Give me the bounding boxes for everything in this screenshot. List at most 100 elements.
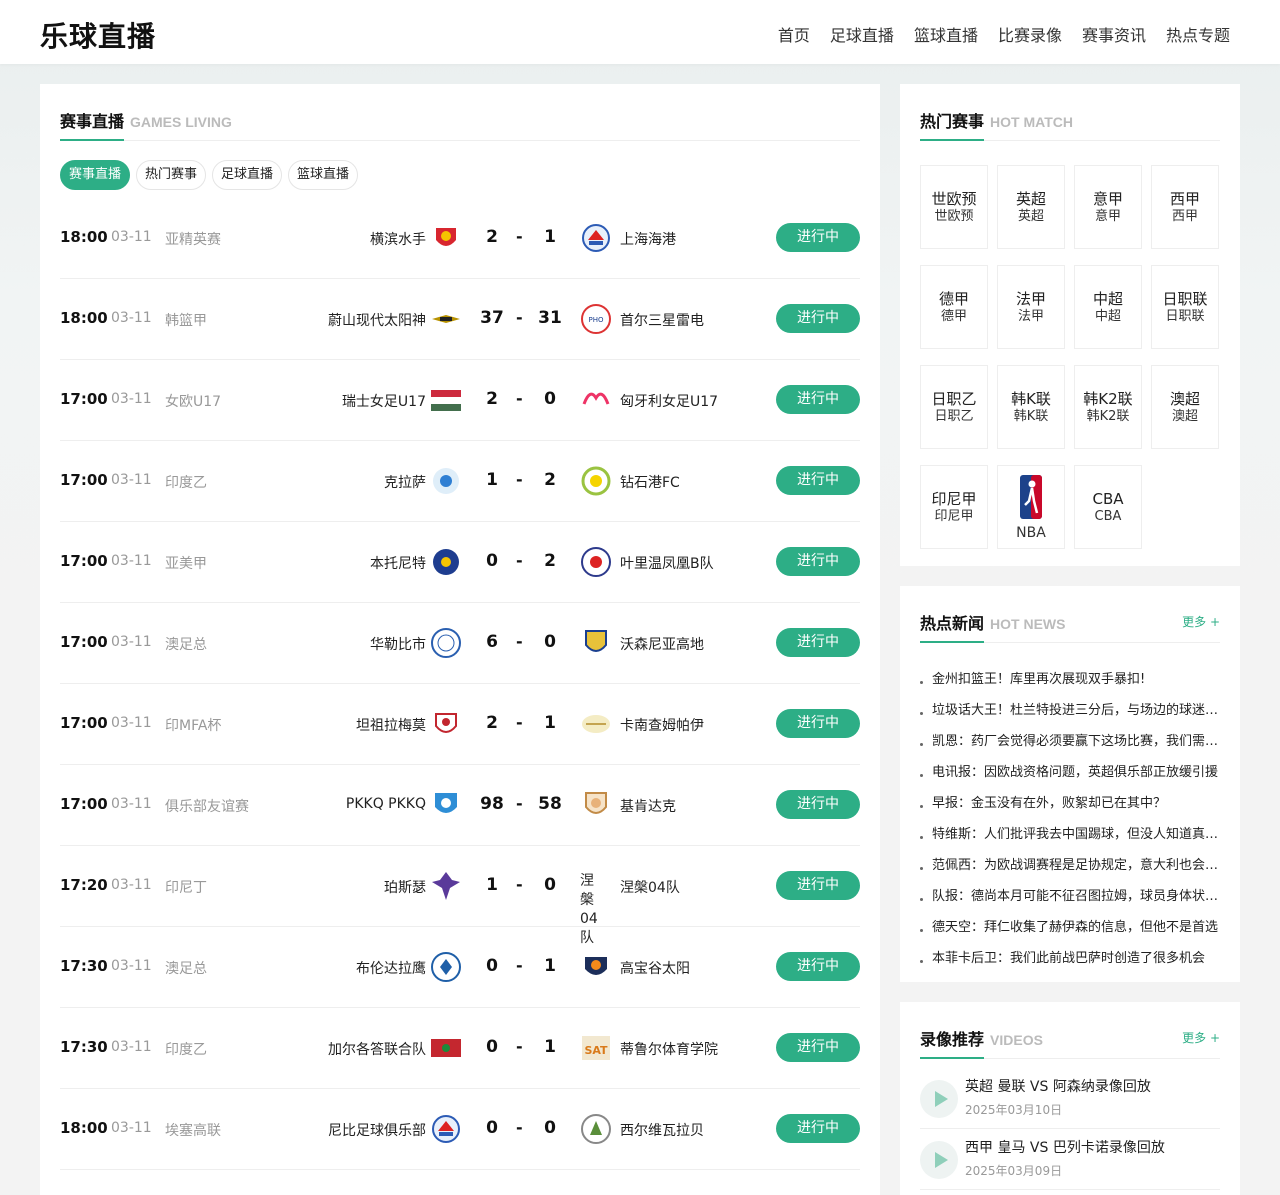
hot-news-more-link[interactable]: 更多 + (1182, 613, 1220, 630)
nav-home[interactable]: 首页 (778, 22, 810, 46)
home-team-name[interactable]: 华勒比市 (60, 634, 426, 654)
tab-football[interactable]: 足球直播 (212, 160, 283, 190)
match-row[interactable]: 17:00 03-11 亚美甲 本托尼特 0-2 叶里温凤凰B队 进行中 (60, 522, 860, 603)
news-item[interactable]: 凯恩：药厂会觉得必须要赢下这场比赛，我们需要保持专注 (920, 726, 1220, 757)
hot-match-name: 中超 (1092, 290, 1123, 308)
live-status-button[interactable]: 进行中 (776, 709, 860, 738)
home-team-name[interactable]: 横滨水手 (60, 229, 426, 249)
live-status-button[interactable]: 进行中 (776, 1033, 860, 1062)
match-row[interactable]: 17:30 03-11 印度乙 加尔各答联合队 0-1 SAT 蒂鲁尔体育学院 进行中 (60, 1008, 860, 1089)
hot-match-name: 韩K2联 (1083, 390, 1133, 408)
news-item[interactable]: 本菲卡后卫：我们此前战巴萨时创造了很多机会 (920, 943, 1220, 974)
hot-match-item[interactable]: 德甲 德甲 (920, 265, 988, 349)
live-title-en: GAMES LIVING (130, 114, 232, 130)
hot-match-item[interactable]: 韩K2联 韩K2联 (1074, 365, 1142, 449)
news-item[interactable]: 队报：德尚本月可能不征召图拉姆，球员身体状况不佳 (920, 881, 1220, 912)
match-row[interactable]: 18:00 03-11 埃塞高联 尼比足球俱乐部 0-0 西尔维瓦拉贝 进行中 (60, 1089, 860, 1170)
hot-match-item[interactable]: 日职乙 日职乙 (920, 365, 988, 449)
title-accent (60, 139, 124, 141)
live-status-button[interactable]: 进行中 (776, 871, 860, 900)
match-row[interactable]: 17:00 03-11 澳足总 华勒比市 6-0 沃森尼亚高地 进行中 (60, 603, 860, 684)
home-team-name[interactable]: PKKQ PKKQ (60, 796, 426, 812)
live-status-button[interactable]: 进行中 (776, 952, 860, 981)
hot-match-item[interactable]: 韩K联 韩K联 (997, 365, 1065, 449)
away-team-name[interactable]: 高宝谷太阳 (620, 958, 690, 978)
hot-match-item[interactable]: 意甲 意甲 (1074, 165, 1142, 249)
news-item[interactable]: 特维斯：人们批评我去中国踢球，但没人知道真实情况 (920, 819, 1220, 850)
away-team-name[interactable]: 基肯达克 (620, 796, 676, 816)
away-team-name[interactable]: 涅槃04队 (620, 877, 680, 897)
nav-news[interactable]: 赛事资讯 (1082, 22, 1146, 46)
live-status-button[interactable]: 进行中 (776, 304, 860, 333)
live-status-button[interactable]: 进行中 (776, 466, 860, 495)
match-row[interactable]: 17:30 03-11 澳足总 布伦达拉鹰 0-1 高宝谷太阳 进行中 (60, 927, 860, 1008)
match-row[interactable]: 17:20 03-11 印尼丁 珀斯瑟 1-0 涅槃04队 涅槃04队 进行中 (60, 846, 860, 946)
tab-basketball[interactable]: 篮球直播 (288, 160, 359, 190)
play-icon[interactable] (920, 1141, 958, 1179)
away-team-name[interactable]: 蒂鲁尔体育学院 (620, 1039, 718, 1059)
nav-replays[interactable]: 比赛录像 (998, 22, 1062, 46)
site-logo[interactable]: 乐球直播 (40, 15, 156, 55)
live-status-button[interactable]: 进行中 (776, 1114, 860, 1143)
hot-match-item[interactable]: 澳超 澳超 (1151, 365, 1219, 449)
match-row[interactable]: 18:00 03-11 韩篮甲 蔚山现代太阳神 37-31 PHO 首尔三星雷电 进行中 (60, 279, 860, 360)
away-team-name[interactable]: 叶里温凤凰B队 (620, 553, 714, 573)
news-item[interactable]: 范佩西：为欧战调赛程是足协规定，意大利也会这么做 (920, 850, 1220, 881)
nav-topics[interactable]: 热点专题 (1166, 22, 1230, 46)
away-team-name[interactable]: 钻石港FC (620, 472, 680, 492)
home-team-name[interactable]: 蔚山现代太阳神 (60, 310, 426, 330)
videos-more-link[interactable]: 更多 + (1182, 1029, 1220, 1046)
tab-live[interactable]: 赛事直播 (60, 160, 131, 190)
live-status-button[interactable]: 进行中 (776, 790, 860, 819)
hot-match-item[interactable]: 印尼甲 印尼甲 (920, 465, 988, 549)
away-team-name[interactable]: 沃森尼亚高地 (620, 634, 704, 654)
news-item[interactable]: 早报：金玉没有在外，败絮却已在其中？ (920, 788, 1220, 819)
away-team-name[interactable]: 上海海港 (620, 229, 676, 249)
nav-football-live[interactable]: 足球直播 (830, 22, 894, 46)
hot-match-item[interactable]: CBA CBA (1074, 465, 1142, 549)
video-title[interactable]: 西甲 皇马 VS 巴列卡诺录像回放 (965, 1137, 1165, 1157)
match-row[interactable]: 17:00 03-11 印MFA杯 坦祖拉梅莫 2-1 卡南查姆帕伊 进行中 (60, 684, 860, 765)
home-team-name[interactable]: 本托尼特 (60, 553, 426, 573)
match-row[interactable]: 18:00 03-11 亚精英赛 横滨水手 2-1 上海海港 进行中 (60, 198, 860, 279)
home-team-name[interactable]: 瑞士女足U17 (60, 391, 426, 411)
news-item[interactable]: 电讯报：因欧战资格问题，英超俱乐部正放缓引援 (920, 757, 1220, 788)
hot-match-item[interactable]: 英超 英超 (997, 165, 1065, 249)
video-item[interactable]: 英超 曼联 VS 阿森纳录像回放 2025年03月10日 (920, 1068, 1220, 1129)
live-status-button[interactable]: 进行中 (776, 223, 860, 252)
hot-match-name: 日职乙 (931, 390, 977, 408)
tab-hot[interactable]: 热门赛事 (136, 160, 207, 190)
away-team-logo (580, 708, 612, 740)
play-icon[interactable] (920, 1080, 958, 1118)
hot-match-item[interactable]: 中超 中超 (1074, 265, 1142, 349)
hot-match-item[interactable]: 西甲 西甲 (1151, 165, 1219, 249)
home-team-name[interactable]: 坦祖拉梅莫 (60, 715, 426, 735)
hot-match-name: 法甲 (1015, 290, 1046, 308)
news-item[interactable]: 垃圾话大王！杜兰特投进三分后，与场边的球迷互动 (920, 695, 1220, 726)
away-team-name[interactable]: 匈牙利女足U17 (620, 391, 718, 411)
hot-match-name: 英超 (1015, 190, 1046, 208)
video-title[interactable]: 英超 曼联 VS 阿森纳录像回放 (965, 1076, 1151, 1096)
hot-match-item[interactable]: NBA (997, 465, 1065, 549)
home-team-name[interactable]: 尼比足球俱乐部 (60, 1120, 426, 1140)
match-row[interactable]: 17:00 03-11 俱乐部友谊赛 PKKQ PKKQ 98-58 基肯达克 进行中 (60, 765, 860, 846)
match-row[interactable]: 17:00 03-11 印度乙 克拉萨 1-2 钻石港FC 进行中 (60, 441, 860, 522)
home-team-name[interactable]: 珀斯瑟 (60, 877, 426, 897)
hot-match-item[interactable]: 法甲 法甲 (997, 265, 1065, 349)
away-team-name[interactable]: 首尔三星雷电 (620, 310, 704, 330)
home-team-name[interactable]: 布伦达拉鹰 (60, 958, 426, 978)
away-team-name[interactable]: 卡南查姆帕伊 (620, 715, 704, 735)
hot-match-item[interactable]: 日职联 日职联 (1151, 265, 1219, 349)
live-status-button[interactable]: 进行中 (776, 547, 860, 576)
home-team-name[interactable]: 加尔各答联合队 (60, 1039, 426, 1059)
video-item[interactable]: 西甲 皇马 VS 巴列卡诺录像回放 2025年03月09日 (920, 1129, 1220, 1190)
news-item[interactable]: 德天空：拜仁收集了赫伊森的信息，但他不是首选 (920, 912, 1220, 943)
hot-match-item[interactable]: 世欧预 世欧预 (920, 165, 988, 249)
nav-basketball-live[interactable]: 篮球直播 (914, 22, 978, 46)
live-status-button[interactable]: 进行中 (776, 628, 860, 657)
live-status-button[interactable]: 进行中 (776, 385, 860, 414)
news-item[interactable]: 金州扣篮王！库里再次展现双手暴扣! (920, 664, 1220, 695)
away-team-name[interactable]: 西尔维瓦拉贝 (620, 1120, 704, 1140)
match-row[interactable]: 17:00 03-11 女欧U17 瑞士女足U17 2-0 匈牙利女足U17 进行中 (60, 360, 860, 441)
home-team-name[interactable]: 克拉萨 (60, 472, 426, 492)
